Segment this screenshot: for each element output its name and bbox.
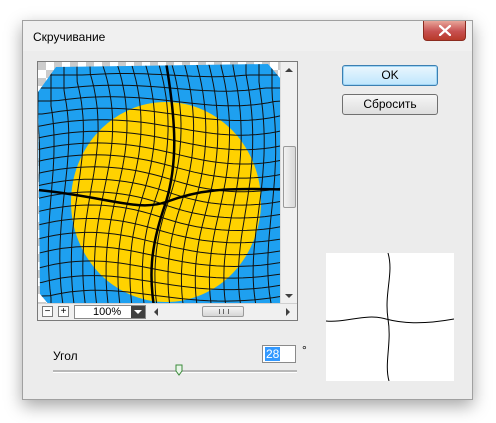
reset-button[interactable]: Сбросить <box>342 94 438 115</box>
ok-button[interactable]: OK <box>342 65 438 86</box>
vertical-scrollbar[interactable] <box>280 62 297 304</box>
chevron-down-icon[interactable] <box>131 306 145 318</box>
twirl-dialog: Скручивание − + 100% OK Сбросить Угол 28… <box>22 20 473 400</box>
zoom-in-button[interactable]: + <box>58 306 69 317</box>
preview-image <box>38 62 296 319</box>
scroll-up-icon[interactable] <box>285 68 293 72</box>
preview-panel[interactable]: − + 100% <box>37 61 298 321</box>
preview-toolbar: − + 100% <box>38 303 297 320</box>
title-bar: Скручивание <box>23 21 472 51</box>
close-icon <box>439 25 451 36</box>
angle-input[interactable]: 28 <box>262 345 296 363</box>
horizontal-scrollbar[interactable] <box>150 305 294 319</box>
close-button[interactable] <box>423 21 466 41</box>
scroll-left-icon[interactable] <box>154 308 158 316</box>
angle-value: 28 <box>265 347 281 361</box>
zoom-select[interactable]: 100% <box>74 305 146 319</box>
zoom-out-button[interactable]: − <box>42 306 53 317</box>
scroll-down-icon[interactable] <box>285 294 293 298</box>
angle-label: Угол <box>53 349 78 363</box>
zoom-value: 100% <box>93 306 122 318</box>
distortion-thumbnail <box>326 253 454 381</box>
scroll-right-icon[interactable] <box>286 308 290 316</box>
dialog-title: Скручивание <box>33 30 106 44</box>
vertical-scroll-thumb[interactable] <box>283 146 296 208</box>
horizontal-scroll-thumb[interactable] <box>202 306 244 317</box>
angle-slider-thumb[interactable] <box>175 364 183 376</box>
degree-unit: ° <box>302 343 307 357</box>
